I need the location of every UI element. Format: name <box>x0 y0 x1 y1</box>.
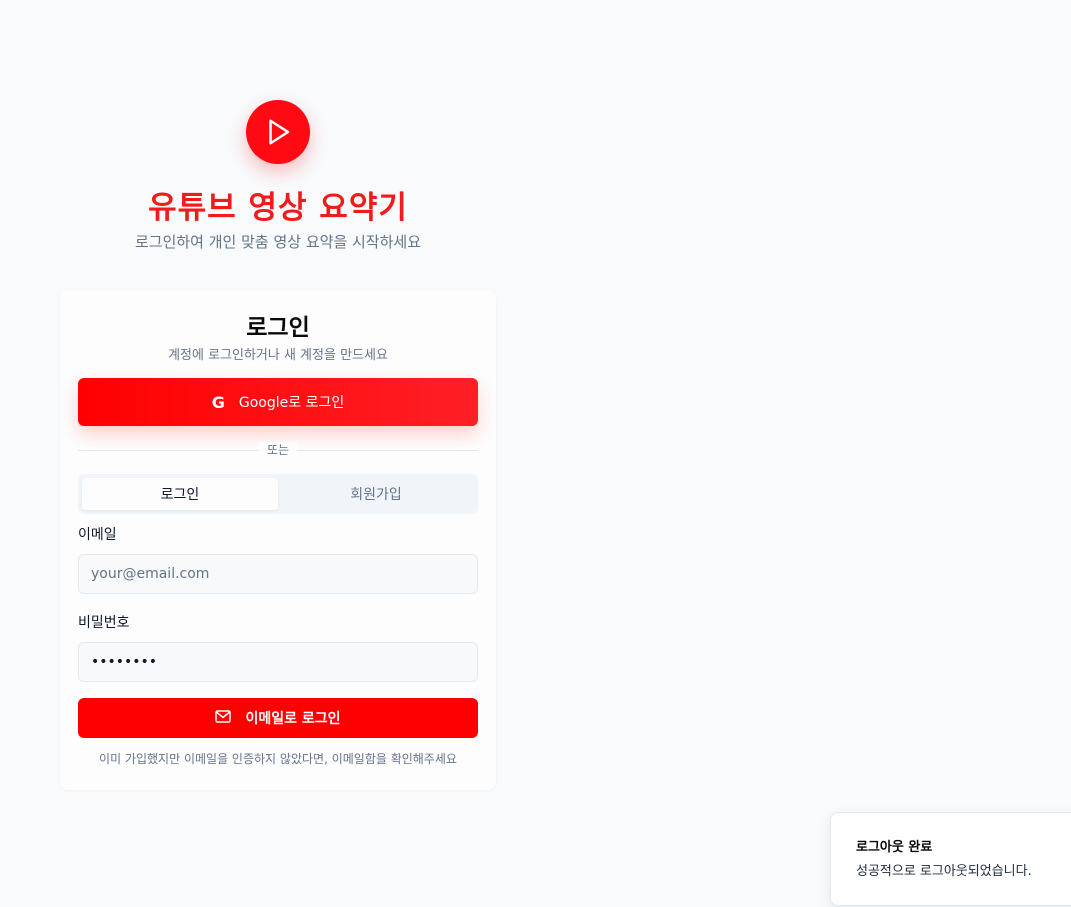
email-label: 이메일 <box>78 527 117 543</box>
card-subtitle: 계정에 로그인하거나 새 계정을 만드세요 <box>168 348 388 363</box>
tab-signup[interactable]: 회원가입 <box>278 478 474 510</box>
google-login-label: Google로 로그인 <box>238 395 345 411</box>
brand-header: 유튜브 영상 요약기 로그인하여 개인 맞춤 영상 요약을 시작하세요 <box>60 100 496 252</box>
divider: 또는 <box>78 442 478 458</box>
google-icon: G <box>211 392 225 412</box>
divider-text: 또는 <box>258 442 298 458</box>
app-title: 유튜브 영상 요약기 <box>148 190 408 226</box>
verify-email-hint: 이미 가입했지만 이메일을 인증하지 않았다면, 이메일함을 확인해주세요 <box>99 752 457 766</box>
auth-tabs: 로그인 회원가입 <box>78 474 478 514</box>
login-card: 로그인 계정에 로그인하거나 새 계정을 만드세요 G Google로 로그인 … <box>60 290 496 790</box>
logout-toast[interactable]: 로그아웃 완료 성공적으로 로그아웃되었습니다. <box>830 812 1071 906</box>
play-icon <box>246 100 310 164</box>
login-page: 유튜브 영상 요약기 로그인하여 개인 맞춤 영상 요약을 시작하세요 로그인 … <box>0 0 1071 907</box>
toast-description: 성공적으로 로그아웃되었습니다. <box>856 864 1032 879</box>
password-label: 비밀번호 <box>78 615 130 631</box>
email-login-button[interactable]: 이메일로 로그인 <box>78 698 478 738</box>
email-login-label: 이메일로 로그인 <box>245 711 341 727</box>
card-title: 로그인 <box>246 315 310 341</box>
email-field[interactable] <box>78 554 478 594</box>
app-subtitle: 로그인하여 개인 맞춤 영상 요약을 시작하세요 <box>134 233 422 251</box>
password-field[interactable] <box>78 642 478 682</box>
google-login-button[interactable]: G Google로 로그인 <box>78 378 478 426</box>
toast-title: 로그아웃 완료 <box>856 840 933 855</box>
mail-icon <box>215 709 232 727</box>
tab-login[interactable]: 로그인 <box>82 478 278 510</box>
